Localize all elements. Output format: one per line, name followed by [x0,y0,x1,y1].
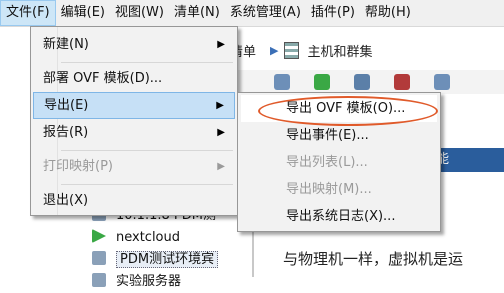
tree-item[interactable]: PDM测试环境宾 [92,249,219,271]
hosts-clusters-icon [284,41,300,59]
menu-item-export-list: 导出列表(L)... [286,155,368,170]
menu-view[interactable]: 视图(W) [110,0,169,26]
menu-item-deploy-ovf[interactable]: 部署 OVF 模板(D)... [33,65,235,92]
submenu-arrow-icon: ▶ [217,161,225,172]
menu-separator [61,150,233,151]
menu-inventory[interactable]: 清单(N) [169,0,225,26]
menu-separator [61,62,233,63]
toolbar-action-icon[interactable] [274,74,290,90]
menu-plugins[interactable]: 插件(P) [306,0,360,26]
menu-item-exit[interactable]: 退出(X) [33,187,235,214]
menu-administration[interactable]: 系统管理(A) [225,0,306,26]
submenu-arrow-icon: ▶ [217,127,225,138]
menu-item-report[interactable]: 报告(R) ▶ [33,119,235,146]
power-off-icon[interactable] [394,74,410,90]
vm-running-icon [92,229,106,243]
tab-header[interactable]: 能 [430,148,504,172]
menu-item-new[interactable]: 新建(N) ▶ [33,31,235,58]
file-menu: 新建(N) ▶ 部署 OVF 模板(D)... 导出(E) ▶ 报告(R) ▶ … [30,26,238,216]
menu-item-print-maps: 打印映射(P) ▶ [33,153,235,180]
menu-help[interactable]: 帮助(H) [360,0,416,26]
chevron-right-icon: ▶ [270,43,279,57]
vm-icon [92,273,106,287]
breadcrumb-hosts-clusters[interactable]: 主机和群集 [307,41,372,60]
breadcrumb: 清单 ▶ 主机和群集 [230,34,504,66]
menu-item-export-system-logs[interactable]: 导出系统日志(X)... [241,203,437,230]
vm-icon [92,251,106,265]
toolbar-action-icon[interactable] [434,74,450,90]
menu-item-export-events[interactable]: 导出事件(E)... [241,122,437,149]
submenu-arrow-icon: ▶ [216,100,224,111]
menu-bar: 文件(F) 编辑(E) 视图(W) 清单(N) 系统管理(A) 插件(P) 帮助… [0,0,504,27]
submenu-arrow-icon: ▶ [217,39,225,50]
menu-file[interactable]: 文件(F) [0,0,56,26]
power-on-icon[interactable] [314,74,330,90]
menu-item-export-maps: 导出映射(M)... [286,182,372,197]
menu-edit[interactable]: 编辑(E) [56,0,110,26]
menu-item-export[interactable]: 导出(E) ▶ [33,92,235,119]
toolbar [230,70,504,94]
tree-item[interactable]: 实验服务器 [92,271,181,293]
tree-item[interactable]: nextcloud [92,227,180,249]
description-text: 与物理机一样，虚拟机是运 [283,250,464,268]
menu-separator [61,184,233,185]
annotation-circle [258,96,438,126]
vm-icon[interactable] [354,74,370,90]
